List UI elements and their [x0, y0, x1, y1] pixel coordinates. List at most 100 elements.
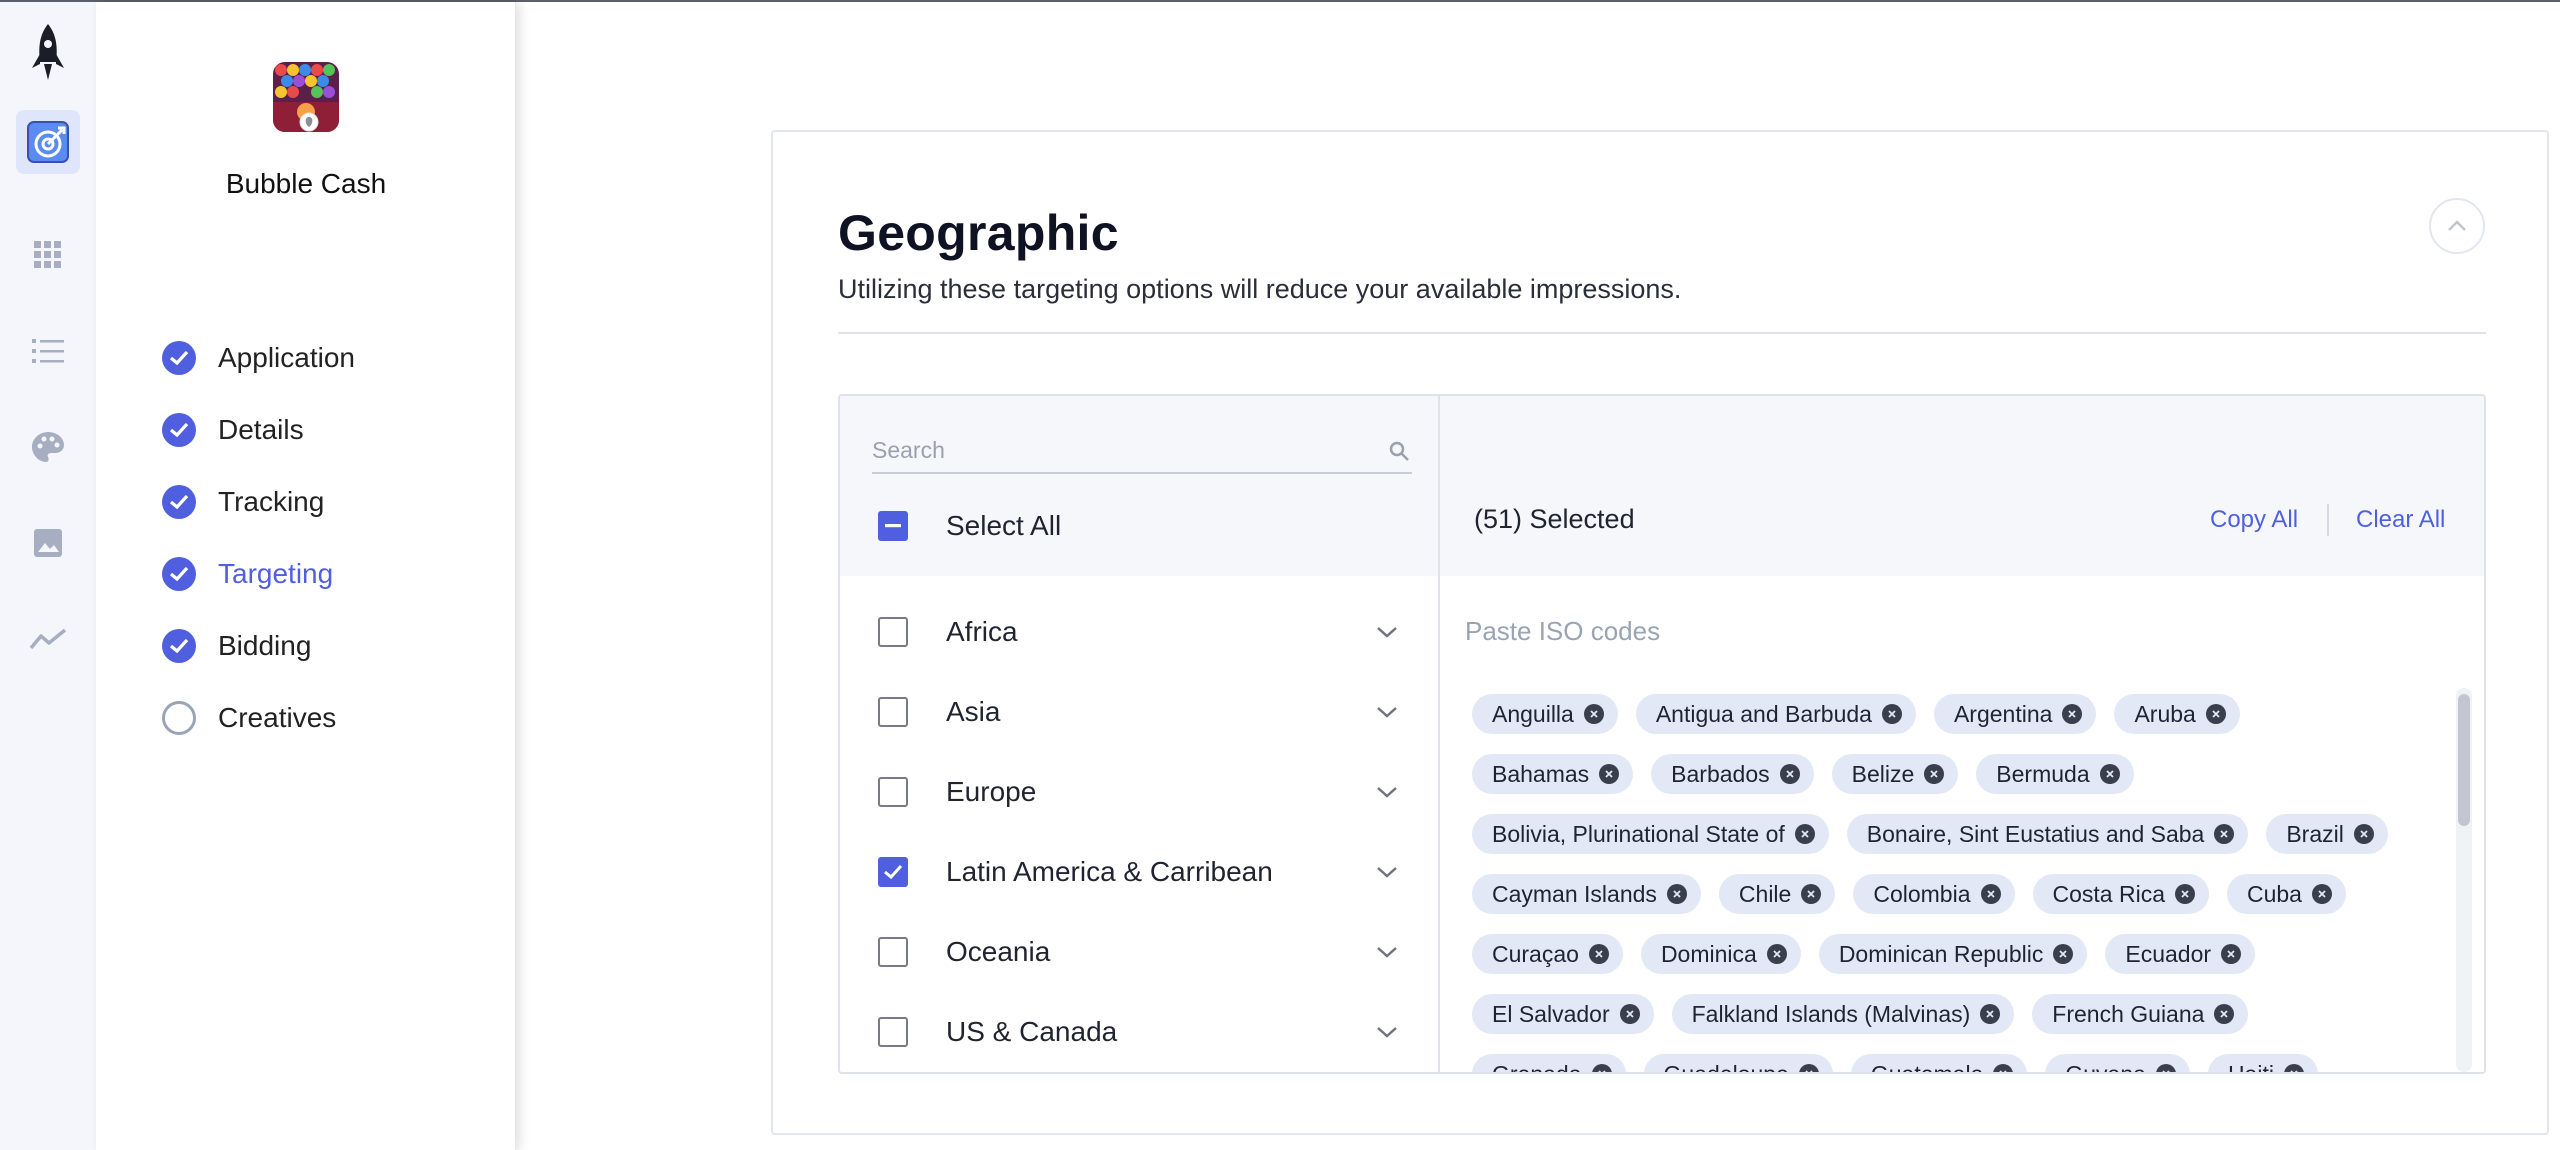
- country-chip: Falkland Islands (Malvinas): [1671, 994, 2015, 1034]
- card-subtitle: Utilizing these targeting options will r…: [838, 274, 1682, 304]
- remove-icon[interactable]: [2221, 944, 2242, 964]
- region-checkbox[interactable]: [878, 1017, 908, 1047]
- region-checkbox[interactable]: [878, 617, 908, 647]
- remove-icon[interactable]: [2283, 1064, 2304, 1072]
- region-checkbox[interactable]: [878, 777, 908, 807]
- chip-label: Falkland Islands (Malvinas): [1691, 1000, 1971, 1027]
- chip-label: Ecuador: [2125, 940, 2212, 967]
- card-title: Geographic: [838, 205, 1119, 261]
- country-chip: El Salvador: [1472, 994, 1654, 1034]
- country-chip: Aruba: [2114, 694, 2240, 734]
- region-list-pane: Select All Africa Asia Europe: [840, 396, 1440, 1072]
- step-bidding[interactable]: Bidding: [162, 626, 311, 666]
- chip-label: Dominica: [1660, 940, 1757, 967]
- step-application[interactable]: Application: [162, 338, 355, 378]
- step-creatives[interactable]: Creatives: [162, 698, 336, 738]
- list-icon[interactable]: [16, 319, 80, 383]
- check-circle-icon: [162, 413, 196, 447]
- remove-icon[interactable]: [1666, 884, 1687, 904]
- remove-icon[interactable]: [2205, 704, 2226, 724]
- step-label: Targeting: [218, 558, 334, 589]
- search-input[interactable]: [872, 430, 1352, 470]
- remove-icon[interactable]: [1881, 704, 1902, 724]
- remove-icon[interactable]: [1779, 764, 1800, 784]
- chip-label: Barbados: [1671, 760, 1770, 787]
- collapse-button[interactable]: [2429, 198, 2485, 254]
- search-field: [872, 430, 1412, 474]
- country-chip: Costa Rica: [2032, 874, 2209, 914]
- rocket-icon[interactable]: [16, 22, 80, 86]
- remove-icon[interactable]: [2214, 1004, 2235, 1024]
- select-all-label: Select All: [946, 510, 1062, 541]
- chevron-down-icon[interactable]: [1376, 1026, 1398, 1038]
- check-circle-icon: [162, 341, 196, 375]
- chip-label: Haiti: [2228, 1061, 2274, 1073]
- remove-icon[interactable]: [1766, 944, 1787, 964]
- remove-icon[interactable]: [1924, 764, 1945, 784]
- remove-icon[interactable]: [2155, 1064, 2176, 1072]
- step-tracking[interactable]: Tracking: [162, 482, 324, 522]
- remove-icon[interactable]: [2053, 944, 2074, 964]
- remove-icon[interactable]: [1798, 1064, 1819, 1072]
- step-targeting[interactable]: Targeting: [162, 554, 333, 594]
- chip-row: El Salvador Falkland Islands (Malvinas) Fr…: [1472, 994, 2266, 1034]
- chip-row: Grenada Guadeloupe Guatemala Guyana Haiti: [1472, 1054, 2336, 1072]
- region-row-us-canada[interactable]: US & Canada: [840, 992, 1438, 1072]
- select-all-checkbox[interactable]: [878, 511, 908, 541]
- remove-icon[interactable]: [2214, 824, 2235, 844]
- remove-icon[interactable]: [1993, 1064, 2014, 1072]
- remove-icon[interactable]: [2099, 764, 2120, 784]
- select-all-row[interactable]: Select All: [878, 506, 1061, 546]
- search-icon: [1388, 440, 1410, 467]
- region-checkbox[interactable]: [878, 857, 908, 887]
- chevron-down-icon[interactable]: [1376, 946, 1398, 958]
- remove-icon[interactable]: [1980, 884, 2001, 904]
- remove-icon[interactable]: [1588, 944, 1609, 964]
- country-chip: Ecuador: [2105, 934, 2256, 974]
- image-icon[interactable]: [16, 511, 80, 575]
- region-row-oceania[interactable]: Oceania: [840, 912, 1438, 992]
- chevron-down-icon[interactable]: [1376, 706, 1398, 718]
- region-row-africa[interactable]: Africa: [840, 592, 1438, 672]
- remove-icon[interactable]: [1619, 1004, 1640, 1024]
- remove-icon[interactable]: [1591, 1064, 1612, 1072]
- region-row-asia[interactable]: Asia: [840, 672, 1438, 752]
- palette-icon[interactable]: [16, 415, 80, 479]
- chevron-down-icon[interactable]: [1376, 626, 1398, 638]
- step-details[interactable]: Details: [162, 410, 304, 450]
- remove-icon[interactable]: [2062, 704, 2083, 724]
- country-chip: Chile: [1718, 874, 1836, 914]
- clear-all-button[interactable]: Clear All: [2356, 506, 2445, 534]
- paste-iso-input[interactable]: Paste ISO codes: [1465, 616, 1660, 647]
- remove-icon[interactable]: [1801, 884, 1822, 904]
- remove-icon[interactable]: [1599, 764, 1620, 784]
- chips-scrollbar[interactable]: [2456, 688, 2472, 1072]
- region-row-latin-america[interactable]: Latin America & Carribean: [840, 832, 1438, 912]
- chevron-down-icon[interactable]: [1376, 786, 1398, 798]
- remove-icon[interactable]: [2353, 824, 2374, 844]
- remove-icon[interactable]: [1980, 1004, 2001, 1024]
- geographic-card: Geographic Utilizing these targeting opt…: [771, 130, 2549, 1135]
- trend-icon[interactable]: [16, 607, 80, 671]
- chip-row: Anguilla Antigua and Barbuda Argentina Arub…: [1472, 694, 2258, 734]
- rail-item-targeting[interactable]: [16, 110, 80, 174]
- step-label: Application: [218, 342, 355, 373]
- remove-icon[interactable]: [2174, 884, 2195, 904]
- region-checkbox[interactable]: [878, 937, 908, 967]
- check-circle-icon: [162, 629, 196, 663]
- remove-icon[interactable]: [2311, 884, 2332, 904]
- scrollbar-thumb[interactable]: [2458, 694, 2470, 826]
- country-chip: Haiti: [2207, 1054, 2318, 1073]
- chip-label: El Salvador: [1492, 1000, 1610, 1027]
- remove-icon[interactable]: [1583, 704, 1604, 724]
- copy-all-button[interactable]: Copy All: [2210, 506, 2298, 534]
- app-name: Bubble Cash: [225, 168, 387, 199]
- region-row-europe[interactable]: Europe: [840, 752, 1438, 832]
- region-checkbox[interactable]: [878, 697, 908, 727]
- chip-label: Aruba: [2134, 700, 2196, 727]
- chevron-down-icon[interactable]: [1376, 866, 1398, 878]
- chip-row: Curaçao Dominica Dominican Republic Ecuador: [1472, 934, 2273, 974]
- grid-icon[interactable]: [16, 223, 80, 287]
- remove-icon[interactable]: [1794, 824, 1815, 844]
- chevron-up-icon: [2448, 220, 2466, 231]
